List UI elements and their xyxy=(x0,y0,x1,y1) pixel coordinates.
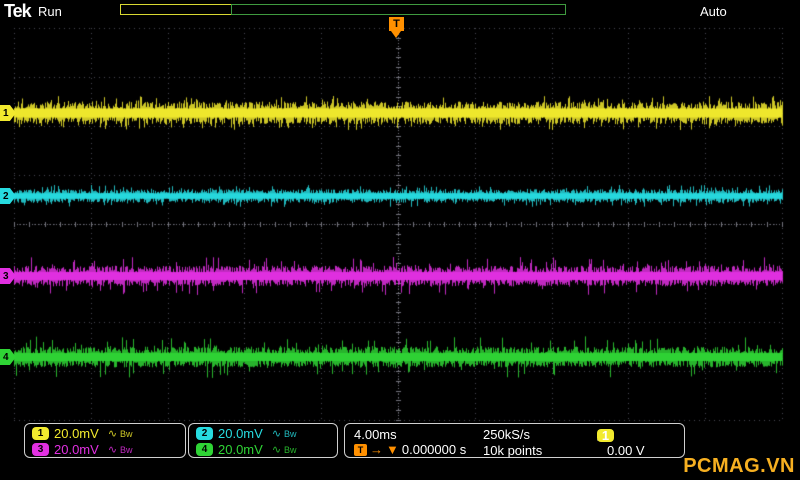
ch1-bandwidth-indicator: Bw xyxy=(120,428,133,439)
ch4-scale: 20.0mV xyxy=(218,442,263,457)
horizontal-trigger-readout-group: 4.00ms 250kS/s 10k points T → ▼ 0.000000… xyxy=(344,423,685,458)
pcmag-watermark: PCMAG.VN xyxy=(683,455,795,477)
trigger-mode-status: Auto xyxy=(700,4,727,19)
scope-display xyxy=(0,0,800,480)
record-view-bar xyxy=(231,4,566,15)
trigger-source-readout[interactable]: 1 / xyxy=(597,427,614,443)
trigger-position-marker[interactable]: T xyxy=(389,17,404,38)
ch4-marker-label: 4 xyxy=(3,351,9,363)
ch2-marker-label: 2 xyxy=(3,190,9,202)
ch3-readout[interactable]: 3 20.0mV ∿ Bw xyxy=(32,442,133,457)
ch3-scale: 20.0mV xyxy=(54,442,99,457)
oscilloscope-screen: Tek Run Auto T 1 2 3 4 1 20.0mV ∿ Bw 3 2… xyxy=(0,0,800,480)
ch4-readout[interactable]: 4 20.0mV ∿ Bw xyxy=(196,442,297,457)
ch4-coupling-icon: ∿ xyxy=(271,444,282,456)
tek-logo: Tek xyxy=(4,1,32,21)
trigger-position-value: 0.000000 s xyxy=(401,442,467,457)
acquisition-preview-bar xyxy=(120,4,232,15)
trigger-level-icon: ▼ xyxy=(386,442,399,457)
ch2-coupling-icon: ∿ xyxy=(271,428,282,440)
ch2-bandwidth-indicator: Bw xyxy=(284,428,297,439)
trigger-position-readout[interactable]: T → ▼ 0.000000 s xyxy=(354,442,466,457)
horizontal-scale[interactable]: 4.00ms xyxy=(354,427,397,442)
ch3-badge: 3 xyxy=(32,443,49,456)
ch2-scale: 20.0mV xyxy=(218,426,263,441)
ch3-marker-label: 3 xyxy=(3,270,9,282)
ch2-readout[interactable]: 2 20.0mV ∿ Bw xyxy=(196,426,297,441)
ch4-badge: 4 xyxy=(196,443,213,456)
acquisition-status: Run xyxy=(38,4,62,19)
trigger-arrow-icon: → xyxy=(370,442,383,457)
ch2-badge: 2 xyxy=(196,427,213,440)
ch1-coupling-icon: ∿ xyxy=(107,428,118,440)
sample-rate: 250kS/s xyxy=(483,427,530,442)
ch3-coupling-icon: ∿ xyxy=(107,444,118,456)
ch1-readout[interactable]: 1 20.0mV ∿ Bw xyxy=(32,426,133,441)
ch1-scale: 20.0mV xyxy=(54,426,99,441)
ch2-ch4-readout-group: 2 20.0mV ∿ Bw 4 20.0mV ∿ Bw xyxy=(188,423,338,458)
ch3-bandwidth-indicator: Bw xyxy=(120,444,133,455)
ch4-bandwidth-indicator: Bw xyxy=(284,444,297,455)
ch1-badge: 1 xyxy=(32,427,49,440)
record-length: 10k points xyxy=(483,443,543,458)
trigger-level-value[interactable]: 0.00 V xyxy=(607,443,645,458)
trigger-badge: T xyxy=(354,443,367,456)
ch1-ch3-readout-group: 1 20.0mV ∿ Bw 3 20.0mV ∿ Bw xyxy=(24,423,186,458)
trigger-marker-label: T xyxy=(393,18,400,30)
trigger-source-badge: 1 xyxy=(597,428,614,442)
ch1-marker-label: 1 xyxy=(3,107,9,119)
